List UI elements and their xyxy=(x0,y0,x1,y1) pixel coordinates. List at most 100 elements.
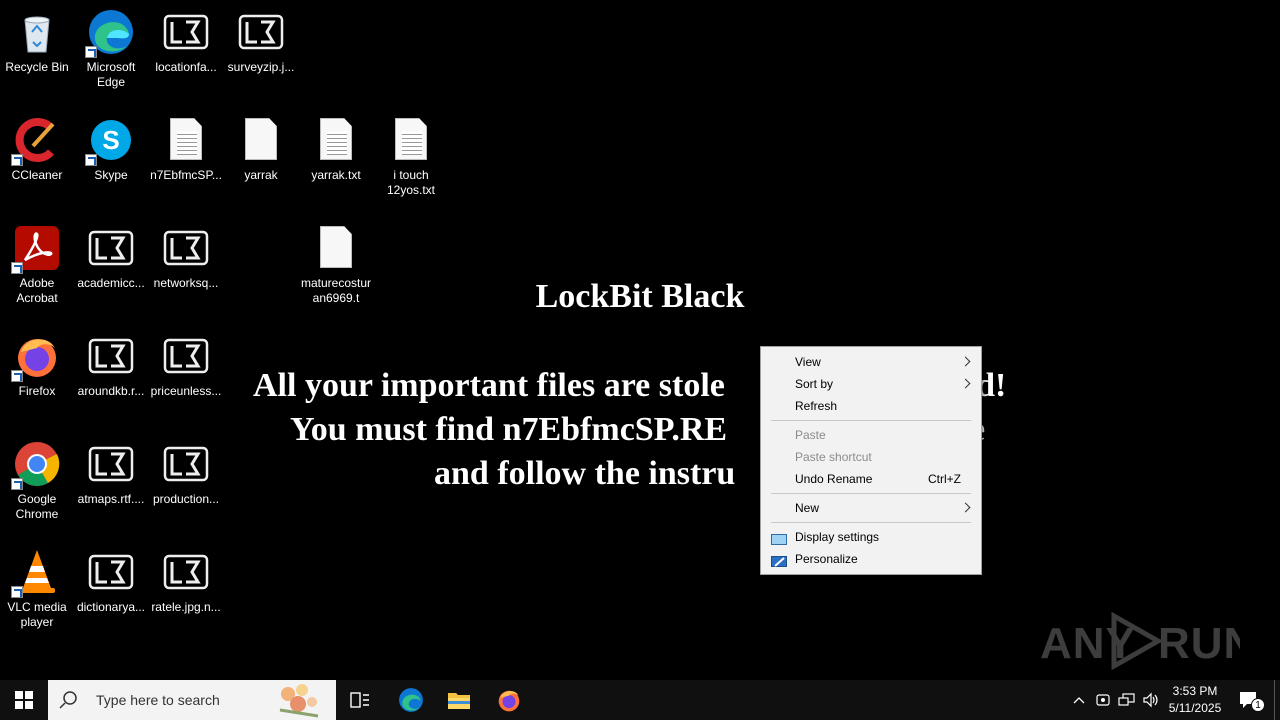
taskbar-clock[interactable]: 3:53 PM 5/11/2025 xyxy=(1160,683,1230,717)
desktop-icon-label: Firefox xyxy=(18,384,56,398)
menu-item-label: Paste shortcut xyxy=(795,450,872,464)
desktop-icon-label: VLC media player xyxy=(7,600,67,629)
desktop-icon-edge[interactable]: Microsoft Edge xyxy=(74,2,148,106)
menu-item-label: Undo Rename xyxy=(795,472,873,486)
desktop[interactable]: LockBit Black All your important files a… xyxy=(0,0,1280,680)
text-file-icon xyxy=(162,116,210,164)
chevron-right-icon xyxy=(960,356,971,367)
task-view-icon xyxy=(350,692,369,708)
clock-date: 5/11/2025 xyxy=(1168,701,1222,715)
menu-item-new[interactable]: New xyxy=(761,497,981,519)
desktop-icon-label: ratele.jpg.n... xyxy=(151,600,221,614)
edge-icon xyxy=(85,8,135,58)
desktop-icon-label: Recycle Bin xyxy=(5,60,69,74)
menu-item-shortcut: Ctrl+Z xyxy=(928,472,961,486)
search-icon xyxy=(59,691,77,709)
desktop-icon-n7ebfmcsp[interactable]: n7EbfmcSP... xyxy=(149,110,223,214)
menu-item-paste: Paste xyxy=(761,424,981,446)
menu-item-display-settings[interactable]: Display settings xyxy=(761,526,981,548)
lockbit-file-icon xyxy=(162,224,210,272)
taskbar-file-explorer-button[interactable] xyxy=(438,680,480,720)
taskbar-edge-button[interactable] xyxy=(390,680,432,720)
taskbar-search-box[interactable]: Type here to search xyxy=(48,680,336,720)
lockbit-file-icon xyxy=(237,8,285,56)
start-button[interactable] xyxy=(0,680,48,720)
menu-item-personalize[interactable]: Personalize xyxy=(761,548,981,570)
text-file-icon xyxy=(312,116,360,164)
tray-meet-now-button[interactable] xyxy=(1092,680,1114,720)
menu-separator xyxy=(771,420,971,421)
desktop-context-menu: View Sort by Refresh Paste Paste shortcu… xyxy=(760,346,982,575)
desktop-icon-label: Microsoft Edge xyxy=(86,60,136,89)
menu-item-label: Sort by xyxy=(795,377,834,391)
desktop-icon-i-touch[interactable]: i touch 12yos.txt xyxy=(374,110,448,214)
desktop-icon-networksq[interactable]: networksq... xyxy=(149,218,223,322)
tray-volume-button[interactable] xyxy=(1140,680,1162,720)
desktop-icon-label: yarrak xyxy=(244,168,278,182)
shortcut-arrow-icon xyxy=(11,586,23,598)
wallpaper-line-2: You must find n7EbfmcSP.RE xyxy=(290,411,728,448)
desktop-icon-production[interactable]: production... xyxy=(149,434,223,538)
desktop-icon-label: priceunless... xyxy=(150,384,222,398)
desktop-icon-label: yarrak.txt xyxy=(311,168,361,182)
menu-item-view[interactable]: View xyxy=(761,351,981,373)
show-desktop-button[interactable] xyxy=(1274,680,1275,720)
desktop-icon-maturecosturan[interactable]: maturecostur an6969.t xyxy=(299,218,373,322)
desktop-icon-skype[interactable]: S Skype xyxy=(74,110,148,214)
svg-text:RUN: RUN xyxy=(1158,619,1240,668)
desktop-icon-label: aroundkb.r... xyxy=(77,384,145,398)
desktop-icon-label: Google Chrome xyxy=(15,492,59,521)
menu-item-refresh[interactable]: Refresh xyxy=(761,395,981,417)
chevron-right-icon xyxy=(960,502,971,513)
vlc-icon xyxy=(11,548,61,598)
task-view-button[interactable] xyxy=(340,680,380,720)
blank-file-icon xyxy=(237,116,285,164)
anyrun-logo-icon: ANY RUN xyxy=(1040,611,1240,670)
acrobat-icon xyxy=(11,224,61,274)
volume-icon xyxy=(1143,692,1158,708)
desktop-icon-ratele[interactable]: ratele.jpg.n... xyxy=(149,542,223,646)
action-center-button[interactable]: 1 xyxy=(1232,680,1266,720)
show-hidden-icons-button[interactable] xyxy=(1068,680,1090,720)
menu-item-undo-rename[interactable]: Undo Rename Ctrl+Z xyxy=(761,468,981,490)
shortcut-arrow-icon xyxy=(11,154,23,166)
desktop-icon-recycle-bin[interactable]: Recycle Bin xyxy=(0,2,74,106)
shortcut-arrow-icon xyxy=(11,478,23,490)
desktop-icon-chrome[interactable]: Google Chrome xyxy=(0,434,74,538)
desktop-icon-label: surveyzip.j... xyxy=(227,60,295,74)
lockbit-file-icon xyxy=(87,548,135,596)
tray-network-button[interactable] xyxy=(1116,680,1138,720)
desktop-icon-label: atmaps.rtf.... xyxy=(77,492,145,506)
folder-icon xyxy=(448,693,470,709)
desktop-icon-surveyzip[interactable]: surveyzip.j... xyxy=(224,2,298,106)
desktop-icon-aroundkb[interactable]: aroundkb.r... xyxy=(74,326,148,430)
shortcut-arrow-icon xyxy=(11,262,23,274)
menu-item-sort-by[interactable]: Sort by xyxy=(761,373,981,395)
desktop-icon-atmaps[interactable]: atmaps.rtf.... xyxy=(74,434,148,538)
desktop-icon-yarrak-txt[interactable]: yarrak.txt xyxy=(299,110,373,214)
lockbit-file-icon xyxy=(162,548,210,596)
desktop-icon-ccleaner[interactable]: CCleaner xyxy=(0,110,74,214)
edge-icon xyxy=(399,688,423,712)
desktop-icon-label: academicc... xyxy=(77,276,145,290)
desktop-icon-label: locationfa... xyxy=(155,60,217,74)
desktop-icon-vlc[interactable]: VLC media player xyxy=(0,542,74,646)
lockbit-file-icon xyxy=(87,332,135,380)
desktop-icon-priceunless[interactable]: priceunless... xyxy=(149,326,223,430)
menu-item-label: Refresh xyxy=(795,399,838,413)
desktop-icon-acrobat[interactable]: Adobe Acrobat xyxy=(0,218,74,322)
lockbit-file-icon xyxy=(87,440,135,488)
desktop-icon-academicc[interactable]: academicc... xyxy=(74,218,148,322)
desktop-icon-label: i touch 12yos.txt xyxy=(386,168,436,197)
menu-item-label: Display settings xyxy=(795,530,880,544)
desktop-icon-locationfa[interactable]: locationfa... xyxy=(149,2,223,106)
desktop-icon-firefox[interactable]: Firefox xyxy=(0,326,74,430)
anyrun-watermark: ANY RUN xyxy=(1040,610,1240,670)
taskbar-firefox-button[interactable] xyxy=(488,680,530,720)
windows-logo-icon xyxy=(15,691,33,709)
desktop-icon-label: networksq... xyxy=(153,276,219,290)
menu-item-label: New xyxy=(795,501,820,515)
desktop-icon-dictionarya[interactable]: dictionarya... xyxy=(74,542,148,646)
desktop-icon-yarrak[interactable]: yarrak xyxy=(224,110,298,214)
wallpaper-line-3: and follow the instru xyxy=(434,455,736,492)
